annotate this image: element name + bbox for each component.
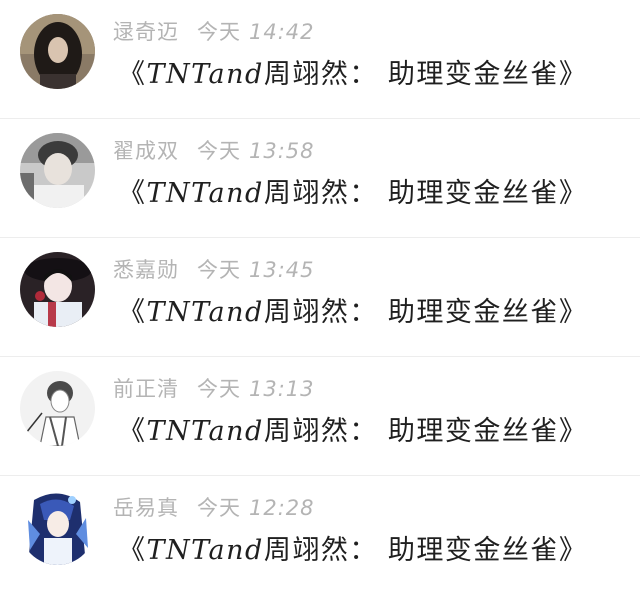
post-time: 13:58 [249, 139, 315, 163]
post-meta: 翟成双 今天 13:58 [113, 135, 315, 165]
avatar-anime-girl-hat-icon [20, 252, 95, 327]
title-bracket: 《 [118, 178, 147, 209]
title-text: 周翊然： 助理变金丝雀》 [263, 535, 588, 566]
avatar-portrait-grey-icon [20, 133, 95, 208]
post-day: 今天 [197, 496, 241, 520]
title-latin: TNTand [146, 59, 264, 90]
author-name[interactable]: 翟成双 [113, 139, 179, 163]
title-bracket: 《 [118, 297, 147, 328]
title-text: 周翊然： 助理变金丝雀》 [263, 59, 588, 90]
list-item[interactable]: 逯奇迈 今天 14:42 《TNTand周翊然： 助理变金丝雀》 [0, 0, 640, 119]
avatar-anime-blue-hair-icon [20, 490, 95, 565]
avatar[interactable] [20, 371, 95, 446]
post-title[interactable]: 《TNTand周翊然： 助理变金丝雀》 [118, 52, 587, 91]
list-item[interactable]: 岳易真 今天 12:28 《TNTand周翊然： 助理变金丝雀》 [0, 476, 640, 595]
title-bracket: 《 [118, 416, 147, 447]
author-name[interactable]: 岳易真 [113, 496, 179, 520]
post-title[interactable]: 《TNTand周翊然： 助理变金丝雀》 [118, 528, 587, 567]
title-latin: TNTand [146, 416, 264, 447]
avatar[interactable] [20, 14, 95, 89]
title-latin: TNTand [146, 178, 264, 209]
author-name[interactable]: 前正清 [113, 377, 179, 401]
post-title[interactable]: 《TNTand周翊然： 助理变金丝雀》 [118, 171, 587, 210]
post-day: 今天 [197, 139, 241, 163]
post-time: 13:45 [249, 258, 315, 282]
list-item[interactable]: 悉嘉勋 今天 13:45 《TNTand周翊然： 助理变金丝雀》 [0, 238, 640, 357]
post-title[interactable]: 《TNTand周翊然： 助理变金丝雀》 [118, 290, 587, 329]
post-time: 12:28 [249, 496, 315, 520]
post-title[interactable]: 《TNTand周翊然： 助理变金丝雀》 [118, 409, 587, 448]
avatar[interactable] [20, 252, 95, 327]
post-feed: 逯奇迈 今天 14:42 《TNTand周翊然： 助理变金丝雀》 翟成双 今天 13:5… [0, 0, 640, 598]
avatar[interactable] [20, 490, 95, 565]
author-name[interactable]: 逯奇迈 [113, 20, 179, 44]
avatar-portrait-dark-hair-icon [20, 14, 95, 89]
title-text: 周翊然： 助理变金丝雀》 [263, 416, 588, 447]
post-meta: 逯奇迈 今天 14:42 [113, 16, 315, 46]
title-text: 周翊然： 助理变金丝雀》 [263, 297, 588, 328]
post-day: 今天 [197, 258, 241, 282]
title-latin: TNTand [146, 297, 264, 328]
list-item[interactable]: 前正清 今天 13:13 《TNTand周翊然： 助理变金丝雀》 [0, 357, 640, 476]
post-time: 13:13 [249, 377, 315, 401]
title-bracket: 《 [118, 535, 147, 566]
post-day: 今天 [197, 20, 241, 44]
title-bracket: 《 [118, 59, 147, 90]
post-day: 今天 [197, 377, 241, 401]
author-name[interactable]: 悉嘉勋 [113, 258, 179, 282]
title-latin: TNTand [146, 535, 264, 566]
avatar[interactable] [20, 133, 95, 208]
post-meta: 前正清 今天 13:13 [113, 373, 315, 403]
title-text: 周翊然： 助理变金丝雀》 [263, 178, 588, 209]
post-meta: 岳易真 今天 12:28 [113, 492, 315, 522]
post-time: 14:42 [249, 20, 315, 44]
list-item[interactable]: 翟成双 今天 13:58 《TNTand周翊然： 助理变金丝雀》 [0, 119, 640, 238]
post-meta: 悉嘉勋 今天 13:45 [113, 254, 315, 284]
avatar-sketch-boy-icon [20, 371, 95, 446]
